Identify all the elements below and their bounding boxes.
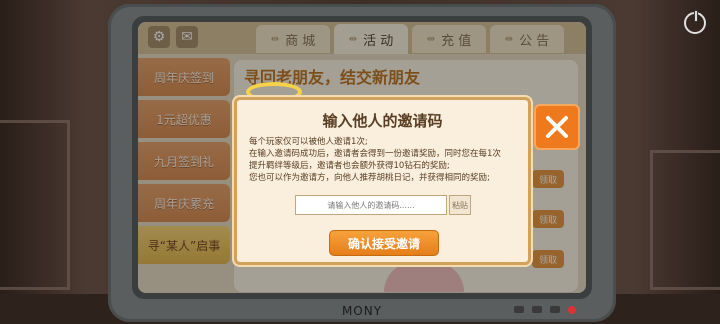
- description-line: 在输入邀请码成功后，邀请者会得到一份邀请奖励，同时您在每1次: [249, 149, 501, 159]
- monitor-led: [532, 306, 542, 313]
- description-line: 您也可以作为邀请方，向他人推荐胡桃日记，并获得相同的奖励;: [249, 173, 490, 183]
- invite-code-row: 粘贴: [295, 195, 471, 215]
- power-indicator-icon: [568, 306, 576, 314]
- shelf-right: [650, 150, 720, 290]
- dialog-title: 输入他人的邀请码: [322, 112, 443, 130]
- invite-code-input[interactable]: [295, 195, 447, 215]
- description-line: 提升羁绊等级后，邀请者也会额外获得10钻石的奖励;: [249, 161, 450, 171]
- shelf-left: [0, 120, 70, 290]
- description-line: 每个玩家仅可以被他人邀请1次;: [249, 137, 368, 147]
- monitor-leds: [514, 306, 576, 314]
- paste-button[interactable]: 粘贴: [449, 195, 471, 215]
- invite-code-dialog: 输入他人的邀请码 每个玩家仅可以被他人邀请1次; 在输入邀请码成功后，邀请者会得…: [234, 97, 531, 265]
- monitor-led: [550, 306, 560, 313]
- confirm-invite-button[interactable]: 确认接受邀请: [329, 230, 439, 256]
- dialog-description: 每个玩家仅可以被他人邀请1次; 在输入邀请码成功后，邀请者会得到一份邀请奖励，同…: [249, 136, 519, 184]
- monitor-led: [514, 306, 524, 313]
- power-button[interactable]: [684, 10, 706, 34]
- close-dialog-button[interactable]: [534, 104, 580, 150]
- close-icon: [546, 116, 568, 138]
